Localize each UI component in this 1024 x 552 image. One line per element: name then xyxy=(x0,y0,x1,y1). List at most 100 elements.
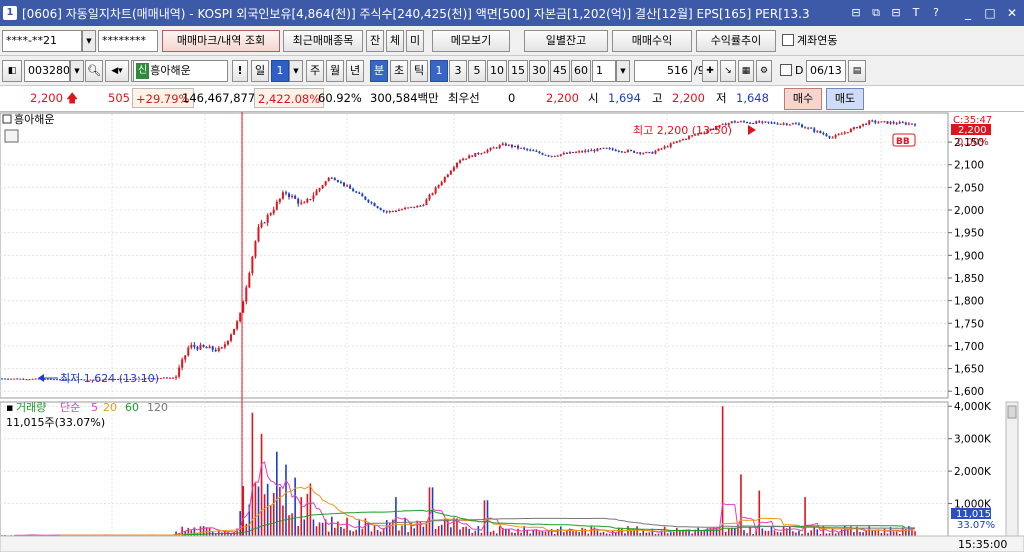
candle-body xyxy=(529,149,532,151)
date-checkbox[interactable] xyxy=(780,64,792,76)
title-tool-icons: ⊟ ⧉ ⊟ T ? xyxy=(848,5,944,21)
duplicate-icon[interactable]: ⧉ xyxy=(868,5,884,21)
period-day-button[interactable]: 일 xyxy=(251,60,269,82)
chart-area[interactable]: 2,150 2,100 2,050 2,000 1,950 1,900 1,850 1,800… xyxy=(0,112,1024,552)
trend-line-icon[interactable]: ↘ xyxy=(720,60,736,82)
return-trend-button[interactable]: 수익률추이 xyxy=(696,30,776,52)
stock-name-box[interactable]: 신 흥아해운 xyxy=(133,60,228,82)
unfilled-button[interactable]: 미 xyxy=(406,30,424,52)
minute-button-3[interactable]: 3 xyxy=(449,60,467,82)
date-input[interactable]: 06/13 xyxy=(806,60,846,82)
interval-input[interactable]: 1 xyxy=(592,60,616,82)
table-toggle-icon[interactable] xyxy=(4,129,19,143)
candle-body xyxy=(410,206,413,208)
minute-button-1[interactable]: 1 xyxy=(430,60,448,82)
volume-pane-menu-icon[interactable]: ▪ xyxy=(6,401,13,414)
minute-button-45[interactable]: 45 xyxy=(550,60,570,82)
volume-bar xyxy=(334,527,336,536)
candle-body xyxy=(599,148,602,150)
period-week-button[interactable]: 주 xyxy=(306,60,324,82)
count-input[interactable]: 516 xyxy=(634,60,692,82)
period-value[interactable]: 1 xyxy=(271,60,289,82)
scrollbar[interactable] xyxy=(1005,401,1019,537)
alert-button[interactable]: ! xyxy=(232,60,248,82)
sell-button[interactable]: 매도 xyxy=(826,88,864,110)
stock-code-dropdown[interactable]: ▼ xyxy=(70,60,84,82)
new-listing-badge: 신 xyxy=(136,63,150,79)
candle-body xyxy=(907,123,910,125)
period-dropdown[interactable]: ▼ xyxy=(289,60,303,82)
daily-balance-button[interactable]: 일별잔고 xyxy=(524,30,608,52)
period-tick-button[interactable]: 틱 xyxy=(410,60,428,82)
price-volume-chart[interactable]: 2,1502,1002,0502,0001,9501,9001,8501,800… xyxy=(0,112,1024,552)
minute-button-15[interactable]: 15 xyxy=(508,60,528,82)
maximize-icon[interactable]: □ xyxy=(982,5,998,21)
calendar-icon[interactable]: ▤ xyxy=(848,60,866,82)
period-year-button[interactable]: 년 xyxy=(346,60,364,82)
candle-body xyxy=(190,344,193,348)
buy-button[interactable]: 매수 xyxy=(784,88,822,110)
candle-body xyxy=(828,136,831,138)
filled-button[interactable]: 체 xyxy=(386,30,404,52)
account-input[interactable]: ****-**21 xyxy=(2,30,82,52)
scrollbar-thumb[interactable] xyxy=(1007,405,1017,419)
speaker-icon[interactable]: ◀▾ xyxy=(105,60,129,82)
candle-body xyxy=(831,137,834,139)
price-tick-label: 2,100 xyxy=(954,160,984,172)
candle-body xyxy=(22,378,25,380)
zoom-in-icon[interactable]: ✚ xyxy=(702,60,718,82)
candle-body xyxy=(300,202,303,204)
volume-title: 거래량 xyxy=(16,401,46,414)
help-icon[interactable]: ? xyxy=(928,5,944,21)
candle-body xyxy=(352,188,355,192)
minute-button-60[interactable]: 60 xyxy=(571,60,591,82)
period-second-button[interactable]: 초 xyxy=(390,60,408,82)
candle-body xyxy=(315,190,318,196)
grid-icon[interactable]: ▦ xyxy=(738,60,754,82)
volume-bar xyxy=(611,530,614,536)
account-link-checkbox[interactable] xyxy=(782,34,794,46)
account-dropdown[interactable]: ▼ xyxy=(82,30,96,52)
candle-body xyxy=(486,149,489,153)
clock-label: 15:35:00 xyxy=(958,538,1007,551)
candle-body xyxy=(483,152,486,154)
trade-profit-button[interactable]: 매매수익 xyxy=(612,30,692,52)
volume-bar xyxy=(669,532,672,536)
trade-mark-query-button[interactable]: 매매마크/내역 조회 xyxy=(162,30,280,52)
candle-body xyxy=(733,121,736,123)
pin-icon[interactable]: ⊟ xyxy=(888,5,904,21)
minute-button-5[interactable]: 5 xyxy=(468,60,486,82)
close-icon[interactable]: ✕ xyxy=(1004,5,1020,21)
candle-body xyxy=(630,150,633,152)
stock-code-input[interactable]: 003280 xyxy=(24,60,70,82)
candle-body xyxy=(446,174,449,177)
font-icon[interactable]: T xyxy=(908,5,924,21)
period-minute-button[interactable]: 분 xyxy=(370,60,388,82)
candle-body xyxy=(321,185,324,189)
interval-dropdown[interactable]: ▼ xyxy=(616,60,630,82)
candle-body xyxy=(852,127,855,129)
period-month-button[interactable]: 월 xyxy=(326,60,344,82)
balance-button[interactable]: 잔 xyxy=(366,30,384,52)
volume-tick-label: 4,000K xyxy=(954,401,992,413)
settings-gear-icon[interactable]: ⚙ xyxy=(756,60,772,82)
memo-view-button[interactable]: 메모보기 xyxy=(432,30,510,52)
volume-bar xyxy=(685,530,687,536)
recent-items-button[interactable]: 최근매매종목 xyxy=(283,30,363,52)
minute-button-10[interactable]: 10 xyxy=(487,60,507,82)
chart-menu-icon[interactable]: ◧ xyxy=(2,60,22,82)
minimize-icon[interactable]: _ xyxy=(960,5,976,21)
candle-body xyxy=(568,152,571,154)
candle-body xyxy=(251,256,254,274)
candle-body xyxy=(489,147,492,150)
password-input[interactable]: ******** xyxy=(98,30,158,52)
account-link-label: 계좌연동 xyxy=(797,34,838,47)
candle-body xyxy=(336,180,339,182)
volume-bar xyxy=(294,477,296,536)
price-tick-label: 1,850 xyxy=(954,273,984,285)
layout-icon[interactable]: ⊟ xyxy=(848,5,864,21)
volume-bar xyxy=(559,526,562,536)
minute-button-30[interactable]: 30 xyxy=(529,60,549,82)
search-icon[interactable]: 🔍︎ xyxy=(85,60,103,82)
volume-bar xyxy=(251,412,254,536)
